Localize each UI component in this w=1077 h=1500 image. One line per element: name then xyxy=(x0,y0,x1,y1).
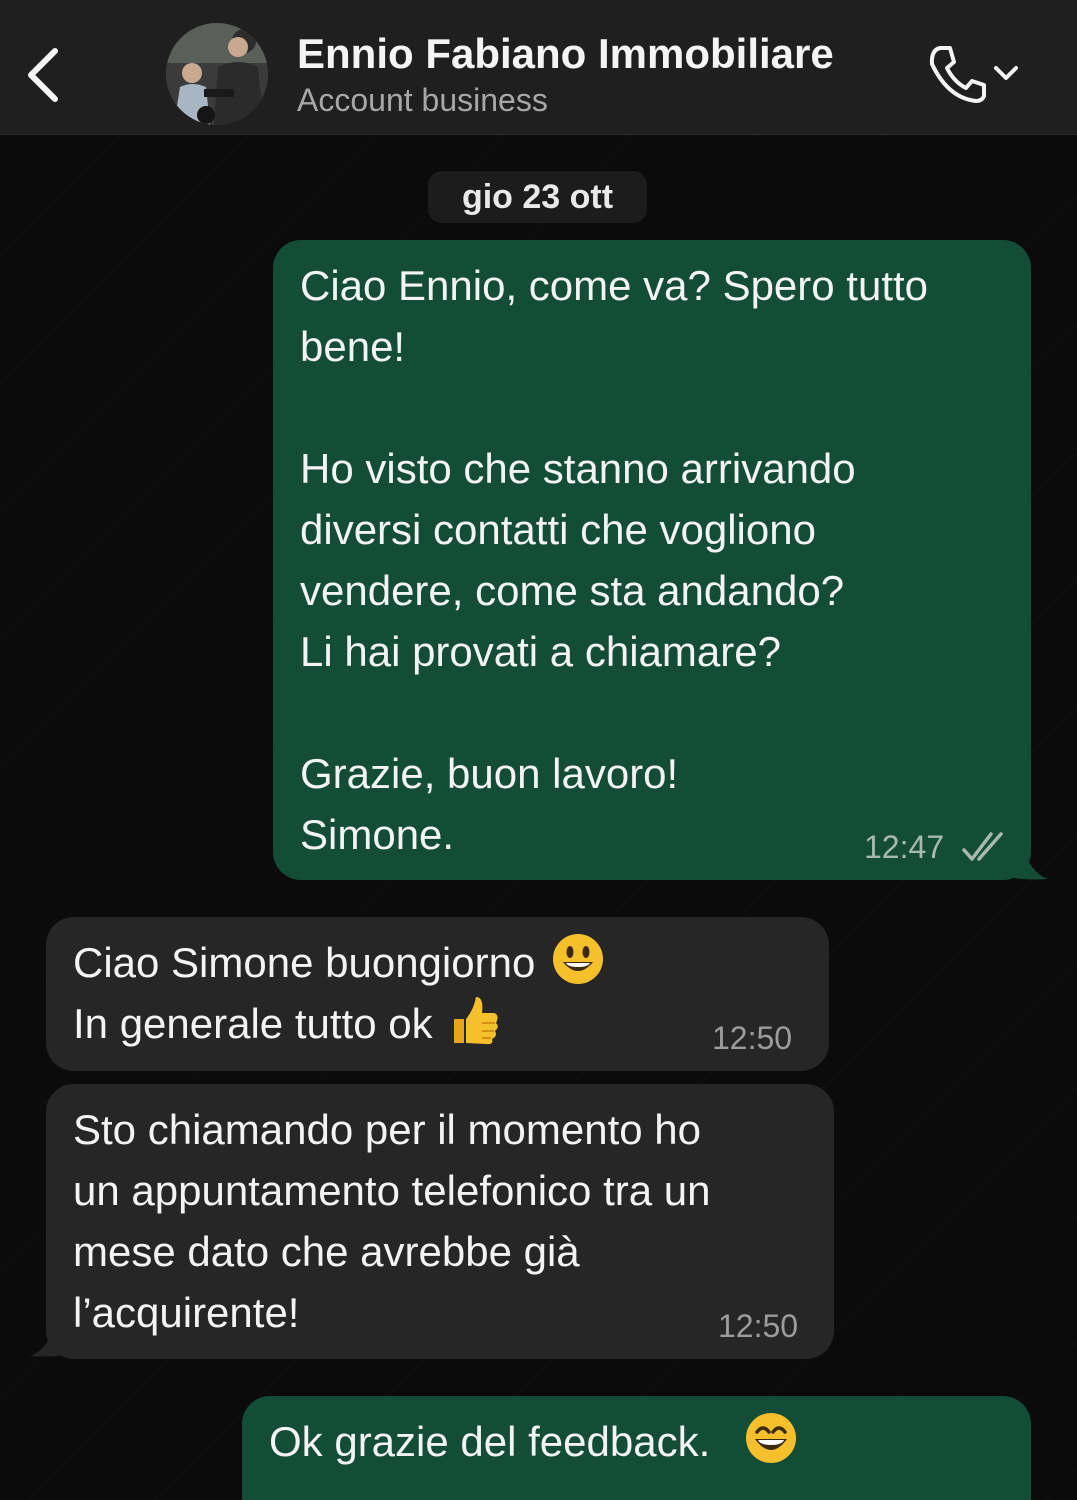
message-bubble-incoming[interactable]: Ciao Simone buongiorno In generale tutto… xyxy=(46,917,829,1071)
message-text: Ciao Ennio, come va? Spero tutto bene! H… xyxy=(300,262,929,858)
message-text: Ok grazie del feedback. xyxy=(269,1411,798,1472)
message-bubble-outgoing[interactable]: Ok grazie del feedback. xyxy=(242,1396,1031,1500)
back-button[interactable] xyxy=(18,40,68,110)
date-separator: gio 23 ott xyxy=(428,171,647,223)
avatar[interactable] xyxy=(166,23,268,125)
message-bubble-incoming[interactable]: Sto chiamando per il momento ho un appun… xyxy=(46,1084,834,1359)
message-time: 12:47 xyxy=(864,829,945,865)
message-line-1: Ciao Simone buongiorno xyxy=(73,939,536,986)
back-chevron-icon xyxy=(28,48,58,102)
message-text: Sto chiamando per il momento ho un appun… xyxy=(73,1106,711,1336)
chat-screen: Ennio Fabiano Immobiliare Account busine… xyxy=(0,0,1077,1500)
thumbs-up-emoji xyxy=(454,997,499,1045)
phone-icon xyxy=(929,46,986,103)
contact-subtitle: Account business xyxy=(297,82,548,118)
grinning-face-emoji xyxy=(552,934,603,984)
chevron-down-icon xyxy=(994,66,1018,80)
message-text: Ciao Simone buongiorno In generale tutto… xyxy=(73,932,605,1054)
call-button[interactable] xyxy=(926,38,1036,108)
double-check-icon xyxy=(962,832,1003,861)
message-line: Ok grazie del feedback. xyxy=(269,1418,711,1465)
message-time: 12:50 xyxy=(712,1020,793,1056)
avatar-photo xyxy=(166,23,268,125)
chat-header: Ennio Fabiano Immobiliare Account busine… xyxy=(0,0,1077,135)
grinning-face-with-smiling-eyes-emoji xyxy=(745,1413,796,1463)
message-time: 12:50 xyxy=(718,1308,799,1344)
contact-name[interactable]: Ennio Fabiano Immobiliare xyxy=(297,30,834,78)
message-bubble-outgoing[interactable]: Ciao Ennio, come va? Spero tutto bene! H… xyxy=(273,240,1031,880)
message-line-2: In generale tutto ok xyxy=(73,1000,433,1047)
